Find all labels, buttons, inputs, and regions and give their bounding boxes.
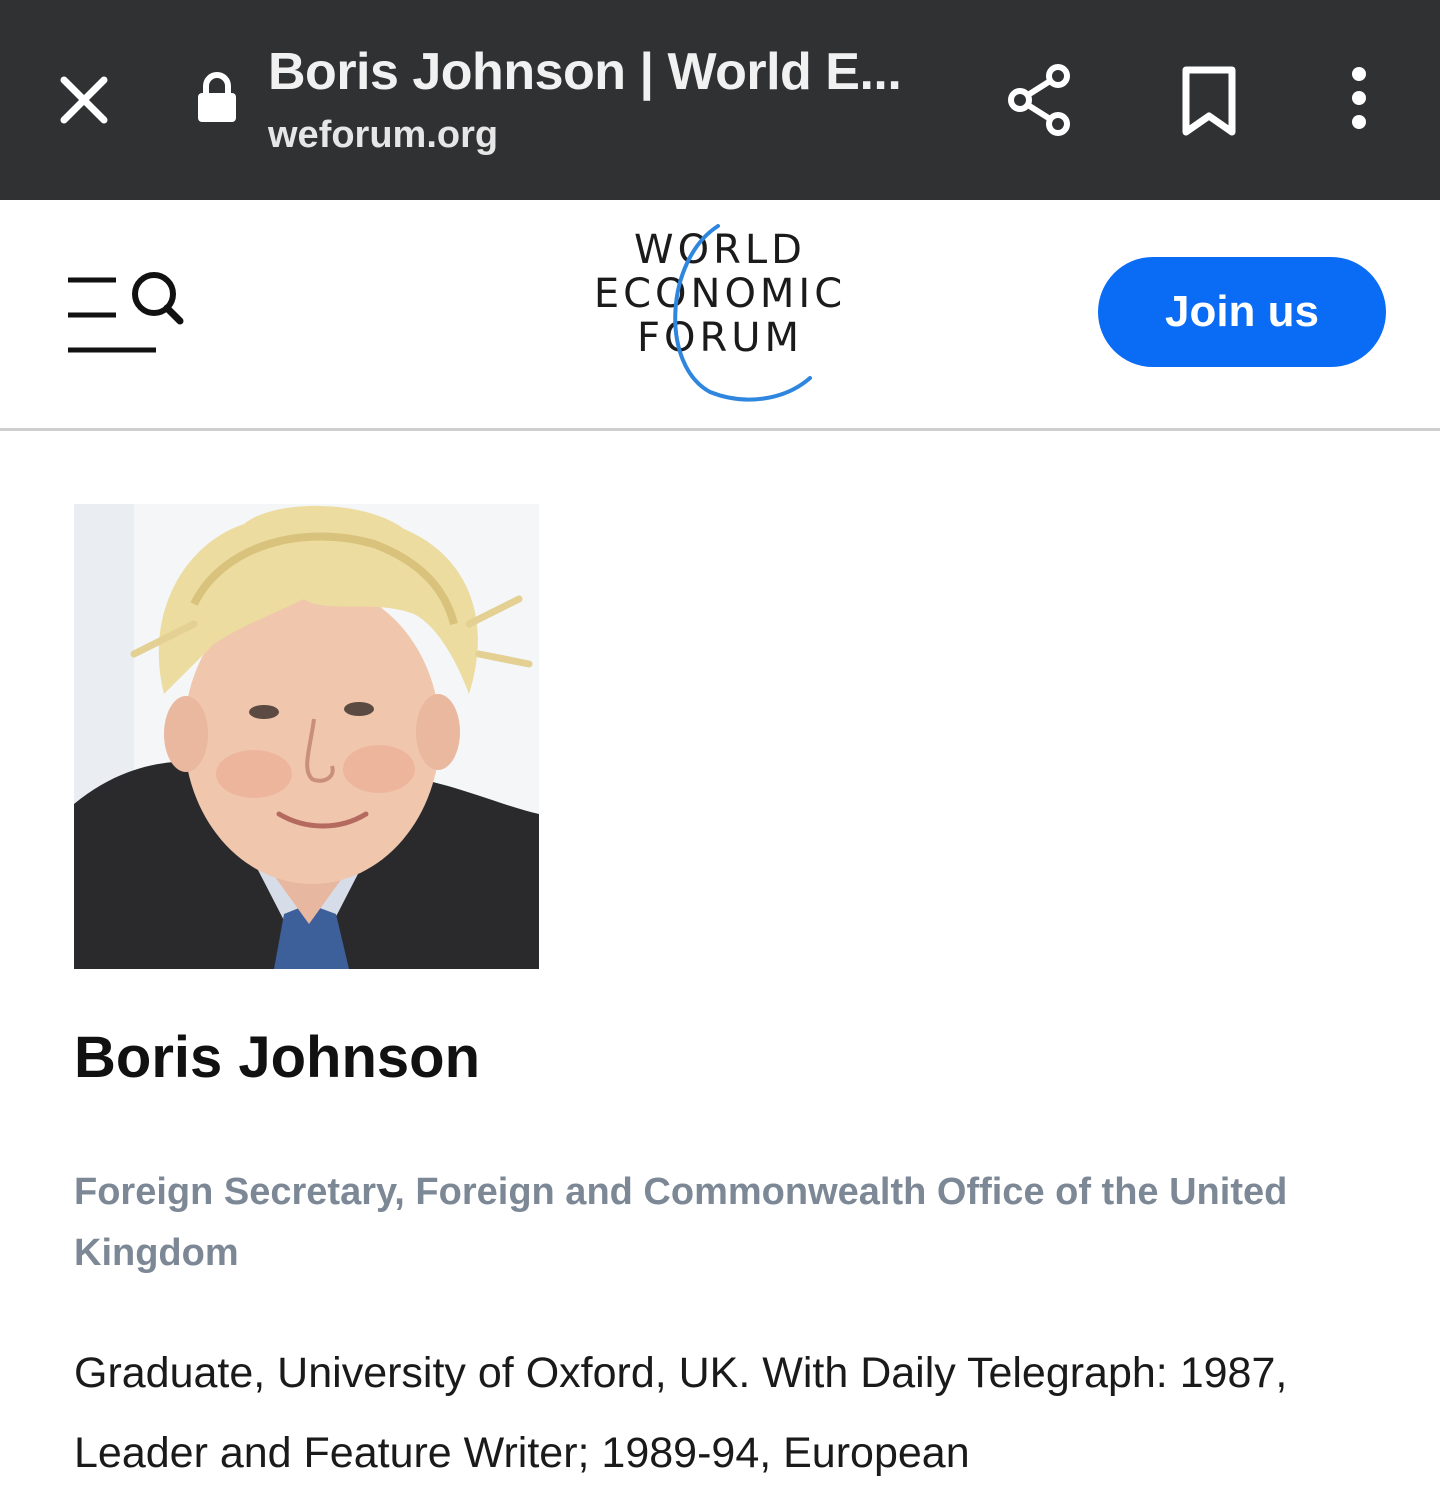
wef-logo[interactable]: WORLD ECONOMIC FORUM xyxy=(560,220,880,410)
site-header: WORLD ECONOMIC FORUM Join us xyxy=(0,200,1440,431)
bookmark-icon[interactable] xyxy=(1170,62,1248,140)
browser-toolbar: Boris Johnson | World E... weforum.org xyxy=(0,0,1440,200)
person-role: Foreign Secretary, Foreign and Commonwea… xyxy=(74,1171,1288,1274)
share-icon[interactable] xyxy=(1000,60,1080,140)
close-icon[interactable] xyxy=(50,66,118,134)
logo-arc-icon xyxy=(673,224,812,402)
profile-photo xyxy=(74,504,539,969)
page-title: Boris Johnson | World E... xyxy=(268,43,902,101)
page-url: weforum.org xyxy=(268,114,499,156)
join-us-button[interactable]: Join us xyxy=(1098,257,1386,367)
more-vert-icon[interactable] xyxy=(1325,62,1393,140)
lock-icon xyxy=(196,72,238,124)
address-area[interactable]: Boris Johnson | World E... weforum.org xyxy=(268,40,968,160)
menu-search-icon[interactable] xyxy=(60,260,190,360)
person-name: Boris Johnson xyxy=(74,1025,481,1090)
person-bio: Graduate, University of Oxford, UK. With… xyxy=(74,1349,1288,1477)
